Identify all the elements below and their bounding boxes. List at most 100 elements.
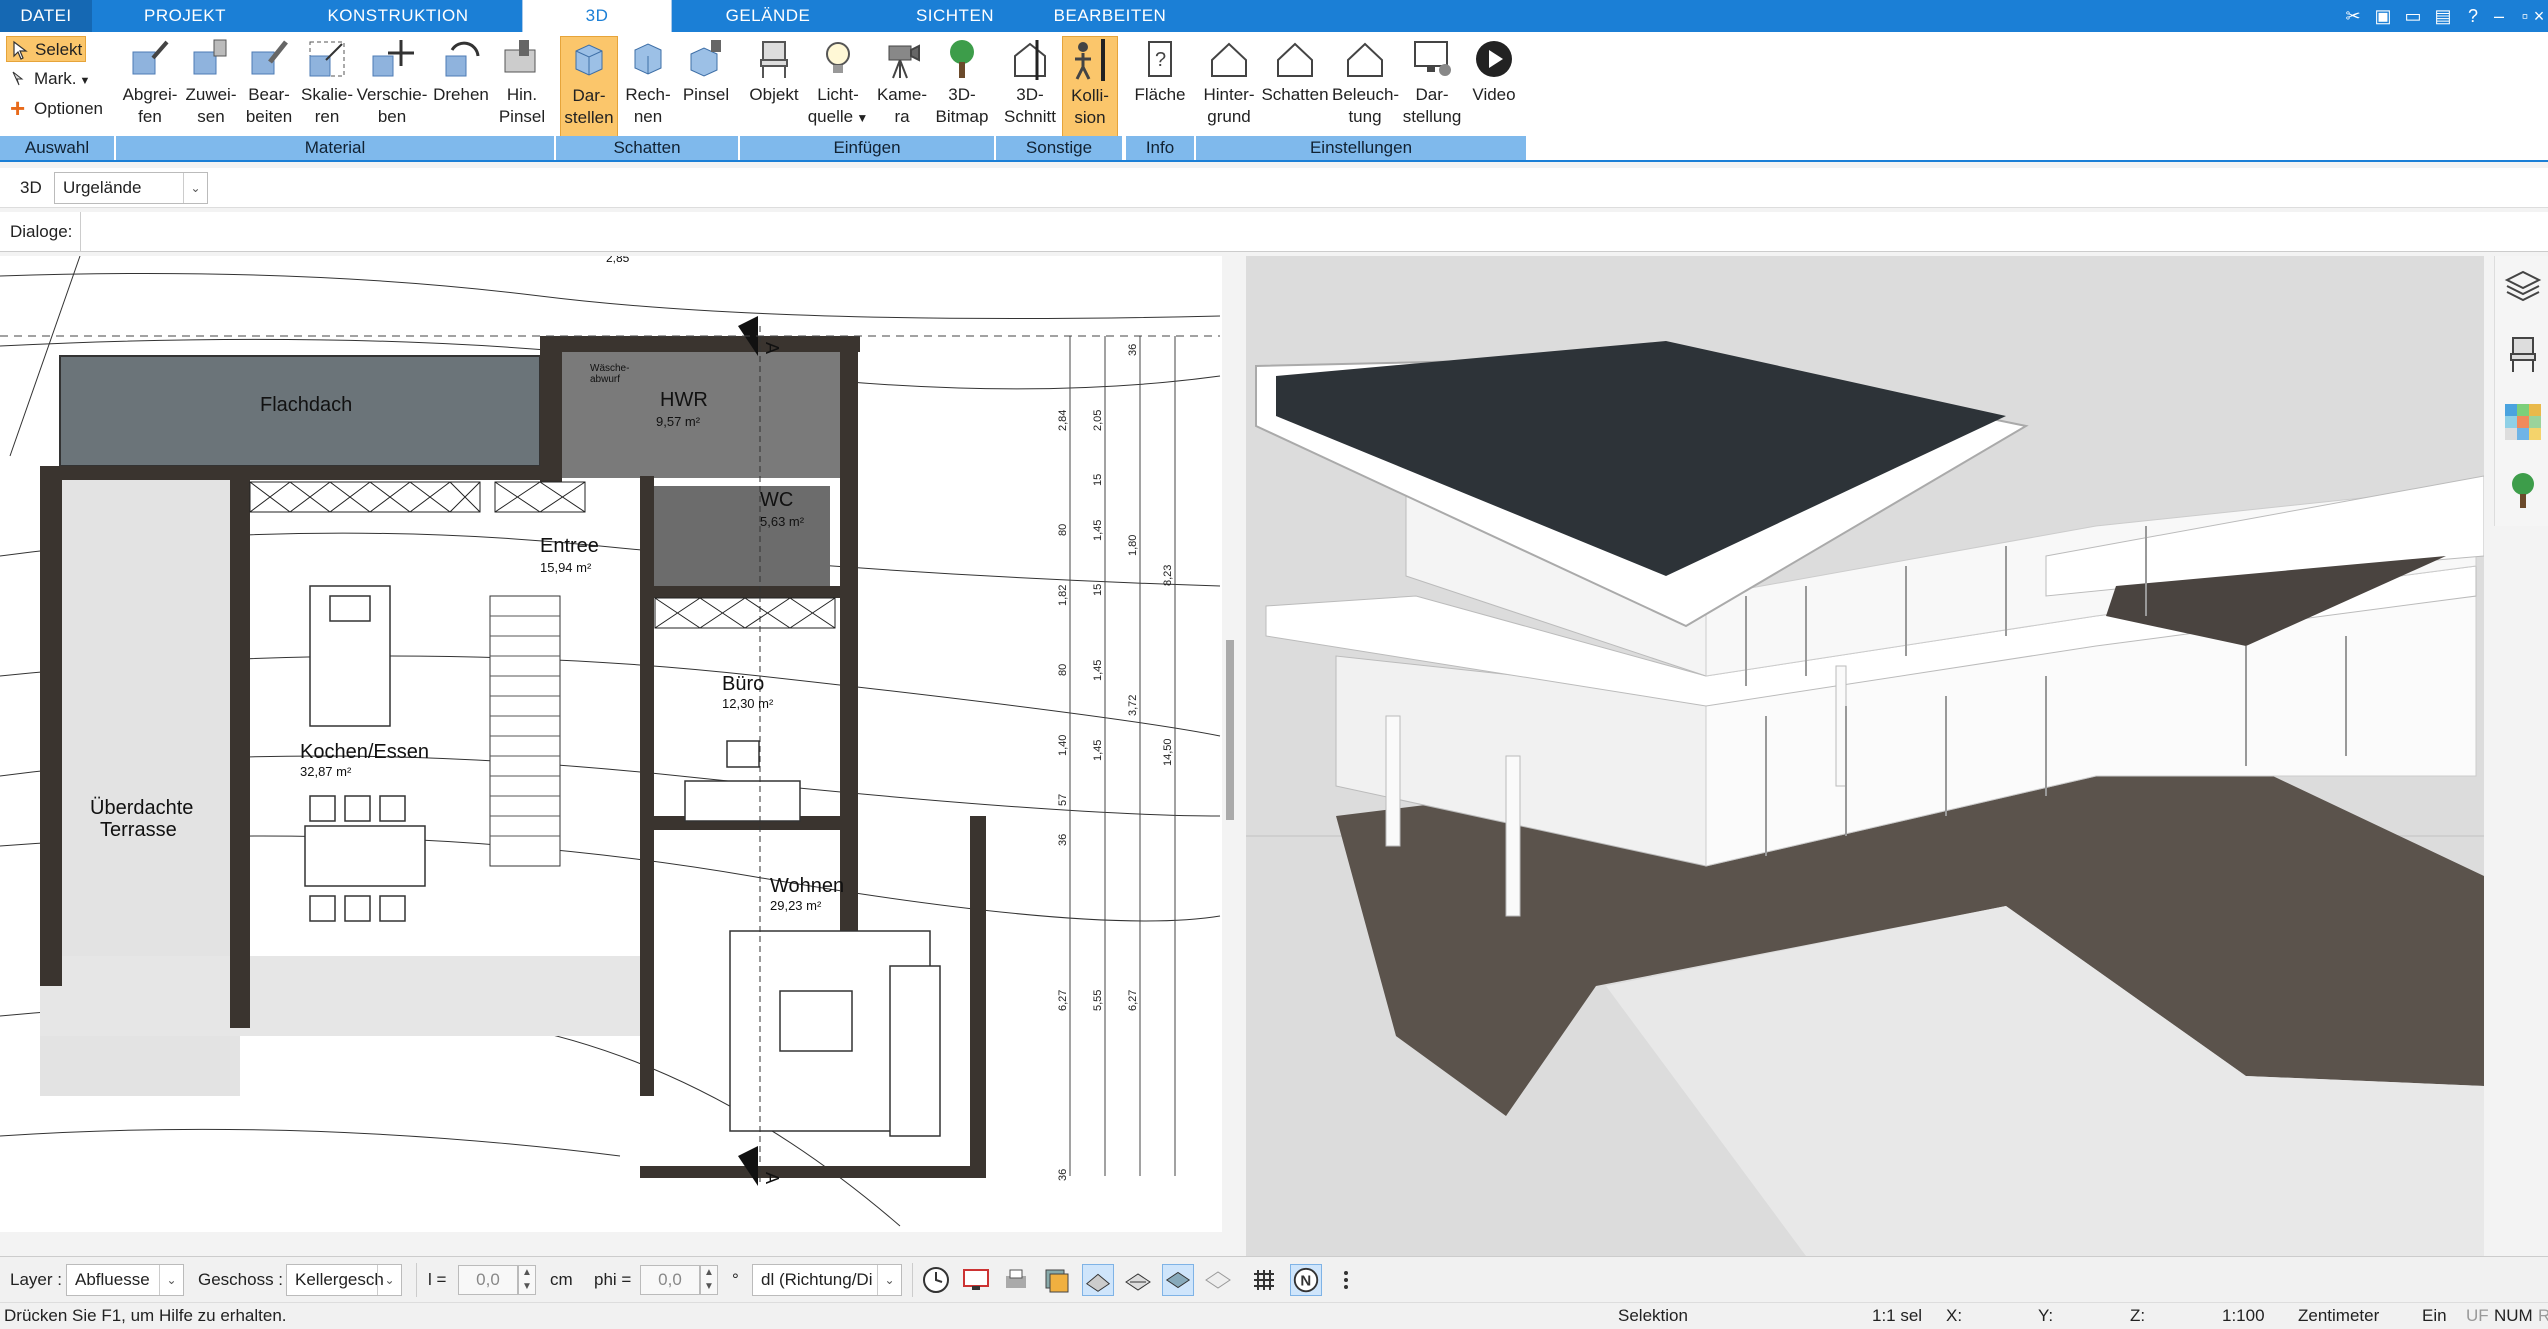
- plus-icon: +: [10, 93, 26, 123]
- objekt-button[interactable]: Objekt: [744, 36, 804, 140]
- vertical-scrollbar[interactable]: [1226, 640, 1234, 820]
- lichtquelle-button[interactable]: Licht-quelle ▼: [806, 36, 870, 140]
- phi-input[interactable]: 0,0: [640, 1265, 700, 1295]
- selekt-button[interactable]: Selekt: [6, 36, 86, 62]
- tab-3d[interactable]: 3D: [522, 0, 672, 32]
- flaeche-button[interactable]: ? Fläche: [1130, 36, 1190, 140]
- darstellung-label-2: stellung: [1402, 107, 1462, 126]
- kollision-button[interactable]: Kolli-sion: [1062, 36, 1118, 140]
- layer-label: Layer :: [10, 1270, 62, 1289]
- geschoss-label: Geschoss :: [198, 1270, 284, 1289]
- transparent-plane-icon[interactable]: [1202, 1264, 1234, 1296]
- chair-icon[interactable]: [2503, 334, 2543, 374]
- material-palette-icon[interactable]: [2503, 402, 2543, 442]
- folder-icon[interactable]: ▣: [2370, 3, 2396, 29]
- schatten-darstellen-button[interactable]: Dar-stellen: [560, 36, 618, 140]
- floor-plan-canvas[interactable]: Flachdach HWR 9,57 m² WC 5,63 m² Entree …: [0, 256, 1222, 1232]
- terrain-select[interactable]: Urgelände ⌄: [54, 172, 208, 204]
- grid-icon[interactable]: [1248, 1264, 1280, 1296]
- bottom-toolbar: Layer : Abfluesse ⌄ Geschoss : Kellerges…: [0, 1256, 2548, 1302]
- window-icon[interactable]: ▭: [2400, 3, 2426, 29]
- schatten-pinsel-button[interactable]: Pinsel: [678, 36, 734, 140]
- skalieren-button[interactable]: Skalie-ren: [298, 36, 356, 140]
- terrain-select-value: Urgelände: [63, 178, 142, 197]
- beleuchtung-button[interactable]: Beleuch-tung: [1332, 36, 1399, 140]
- chevron-down-icon[interactable]: ⌄: [183, 173, 207, 203]
- wc-floor: [650, 486, 830, 586]
- zuweisen-button[interactable]: Zuwei-sen: [182, 36, 240, 140]
- section-mark-label: A: [762, 342, 782, 354]
- selekt-label: Selekt: [35, 40, 83, 59]
- dimension-label: 36: [1127, 344, 1139, 356]
- kollision-label-1: Kolli-: [1071, 86, 1109, 105]
- darstellung-label-1: Dar-: [1415, 85, 1449, 104]
- monitor-icon[interactable]: [960, 1264, 992, 1296]
- 3d-bitmap-button[interactable]: 3D- Bitmap: [934, 36, 990, 140]
- print-icon[interactable]: [1000, 1264, 1032, 1296]
- dimension-label: 8,23: [1162, 565, 1174, 586]
- clock-icon[interactable]: [920, 1264, 952, 1296]
- 3d-house-render[interactable]: [1246, 256, 2484, 1256]
- floor-plan-view[interactable]: Flachdach HWR 9,57 m² WC 5,63 m² Entree …: [0, 256, 1222, 1232]
- dimension-label: 3,72: [1127, 695, 1139, 716]
- layers-icon[interactable]: [2503, 266, 2543, 306]
- north-icon[interactable]: N: [1290, 1264, 1322, 1296]
- hintergrund-label-1: Hinter-: [1203, 85, 1255, 104]
- bearbeiten-button[interactable]: Bear-beiten: [240, 36, 298, 140]
- minimize-icon[interactable]: –: [2486, 3, 2512, 29]
- dimension-label: 80: [1057, 664, 1069, 676]
- video-button[interactable]: Video: [1466, 36, 1522, 140]
- layer-plane-icon[interactable]: [1162, 1264, 1194, 1296]
- abgreifen-button[interactable]: Abgrei-fen: [118, 36, 182, 140]
- verschieben-button[interactable]: Verschie-ben: [356, 36, 428, 140]
- hin-pinsel-button[interactable]: Hin. Pinsel: [494, 36, 550, 140]
- contour-icon[interactable]: [1122, 1264, 1154, 1296]
- l-spinner[interactable]: ▲ ▼: [518, 1265, 536, 1295]
- tab-datei[interactable]: DATEI: [0, 0, 92, 32]
- tab-bearbeiten[interactable]: BEARBEITEN: [1050, 0, 1170, 32]
- chevron-down-icon[interactable]: ⌄: [159, 1265, 183, 1295]
- close-icon[interactable]: ×: [2530, 3, 2548, 29]
- schatten-rechnen-button[interactable]: Rech-nen: [620, 36, 676, 140]
- tab-sichten[interactable]: SICHTEN: [900, 0, 1010, 32]
- darstellung-button[interactable]: Dar-stellung: [1400, 36, 1464, 140]
- tab-gelaende[interactable]: GELÄNDE: [712, 0, 824, 32]
- stack-icon[interactable]: [1040, 1264, 1072, 1296]
- chevron-down-icon[interactable]: ⌄: [377, 1265, 401, 1295]
- chevron-down-icon[interactable]: ⌄: [877, 1265, 901, 1295]
- schatten-einstellung-button[interactable]: Schatten: [1260, 36, 1330, 140]
- abgreifen-label-1: Abgrei-: [122, 85, 178, 104]
- tab-konstruktion[interactable]: KONSTRUKTION: [318, 0, 478, 32]
- room-name: Wohnen: [770, 875, 844, 897]
- layer-select[interactable]: Abfluesse ⌄: [66, 1264, 184, 1296]
- help-hint: Drücken Sie F1, um Hilfe zu erhalten.: [4, 1306, 287, 1325]
- small-label: Wäsche-: [590, 363, 629, 374]
- terrain-plane-icon[interactable]: [1082, 1264, 1114, 1296]
- tab-projekt[interactable]: PROJEKT: [120, 0, 250, 32]
- ein-status: Ein: [2422, 1306, 2447, 1325]
- view-options-bar: 3D Urgelände ⌄: [0, 168, 2548, 208]
- beleuchtung-label-2: tung: [1348, 107, 1382, 126]
- 3d-bitmap-label-1: 3D-: [948, 85, 976, 104]
- mark-button[interactable]: Mark. ▼: [6, 66, 96, 92]
- section-mark-label: A: [762, 1172, 782, 1184]
- y-coordinate: Y:: [2038, 1306, 2054, 1325]
- more-options-icon[interactable]: [1330, 1264, 1362, 1296]
- kamera-button[interactable]: Kame-ra: [872, 36, 932, 140]
- status-bar: Drücken Sie F1, um Hilfe zu erhalten. Se…: [0, 1302, 2548, 1329]
- phi-spinner[interactable]: ▲ ▼: [700, 1265, 718, 1295]
- help-icon[interactable]: ?: [2460, 3, 2486, 29]
- 3d-schnitt-button[interactable]: 3D- Schnitt: [1000, 36, 1060, 140]
- l-input[interactable]: 0,0: [458, 1265, 518, 1295]
- drehen-button[interactable]: Drehen: [428, 36, 494, 140]
- geschoss-select[interactable]: Kellergesch ⌄: [286, 1264, 402, 1296]
- tree-icon[interactable]: [2503, 470, 2543, 510]
- optionen-button[interactable]: + Optionen: [6, 93, 116, 123]
- dimension-label: 15: [1092, 474, 1104, 486]
- layout-icon[interactable]: ▤: [2430, 3, 2456, 29]
- 3d-view[interactable]: [1246, 256, 2484, 1256]
- group-label-schatten: Schatten: [556, 136, 738, 160]
- hintergrund-button[interactable]: Hinter-grund: [1200, 36, 1258, 140]
- tools-icon[interactable]: ✂: [2340, 3, 2366, 29]
- direction-select[interactable]: dl (Richtung/Di ⌄: [752, 1264, 902, 1296]
